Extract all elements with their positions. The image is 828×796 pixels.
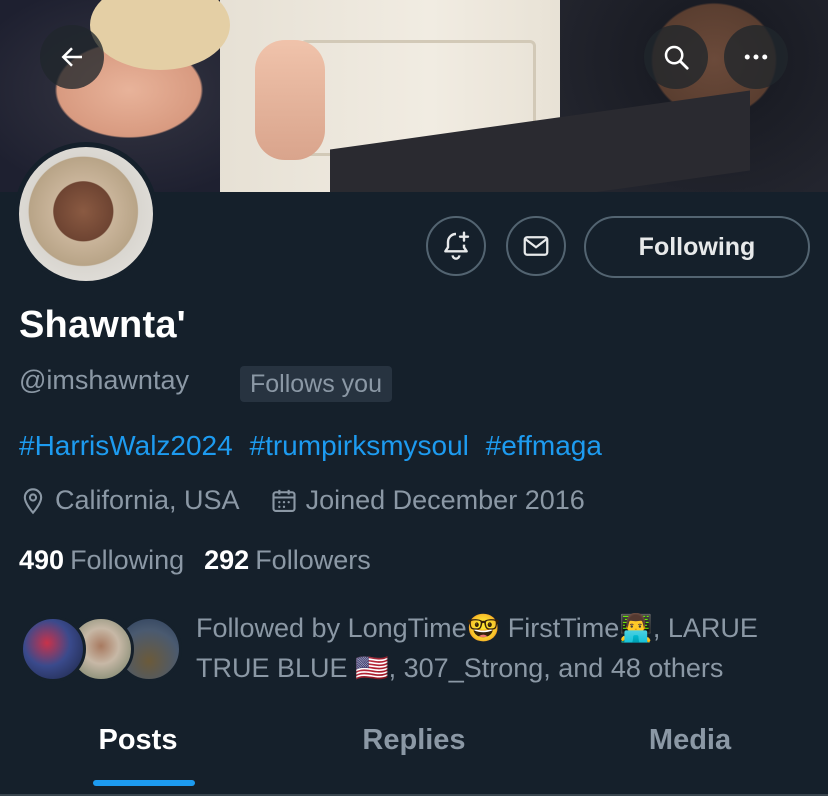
hashtag-link[interactable]: #trumpirksmysoul (250, 430, 469, 461)
profile-avatar[interactable] (14, 142, 158, 286)
more-button[interactable] (724, 25, 788, 89)
location: California, USA (19, 485, 240, 516)
user-handle: @imshawntay (19, 365, 189, 395)
location-pin-icon (23, 487, 43, 514)
location-text: California, USA (55, 485, 240, 515)
followed-by-avatars[interactable] (20, 616, 182, 686)
tab-replies[interactable]: Replies (276, 716, 552, 796)
envelope-icon (523, 236, 549, 256)
followed-by-text[interactable]: Followed by LongTime🤓 FirstTime👨‍💻, LARU… (196, 608, 816, 688)
follows-you-badge: Follows you (240, 366, 392, 402)
profile-meta: California, USA Joined December 2016 (19, 485, 615, 516)
active-tab-indicator (93, 780, 195, 786)
banner-hand (255, 40, 325, 160)
ellipsis-icon (744, 54, 768, 60)
calendar-icon (272, 489, 296, 512)
search-icon (664, 45, 689, 70)
bio: #HarrisWalz2024 #trumpirksmysoul #effmag… (19, 430, 611, 462)
followers-count-link[interactable]: 292 Followers (204, 545, 371, 576)
notifications-button[interactable] (426, 216, 486, 276)
followers-count: 292 (204, 545, 250, 575)
message-button[interactable] (506, 216, 566, 276)
tab-media[interactable]: Media (552, 716, 828, 796)
following-button[interactable]: Following (584, 216, 810, 278)
joined-date: Joined December 2016 (270, 485, 585, 516)
joined-text: Joined December 2016 (305, 485, 585, 515)
hashtag-link[interactable]: #HarrisWalz2024 (19, 430, 233, 461)
search-button[interactable] (644, 25, 708, 89)
arrow-left-icon (61, 47, 82, 67)
display-name: Shawnta' (19, 304, 186, 346)
avatar-photo (19, 147, 153, 281)
following-count-link[interactable]: 490 Following (19, 545, 184, 576)
follow-stats: 490 Following 292 Followers (19, 545, 391, 576)
followers-label: Followers (255, 545, 371, 575)
following-count: 490 (19, 545, 65, 575)
following-label: Following (70, 545, 185, 575)
back-button[interactable] (40, 25, 104, 89)
bell-plus-icon (444, 231, 470, 260)
follower-avatar (20, 616, 86, 682)
hashtag-link[interactable]: #effmaga (486, 430, 602, 461)
